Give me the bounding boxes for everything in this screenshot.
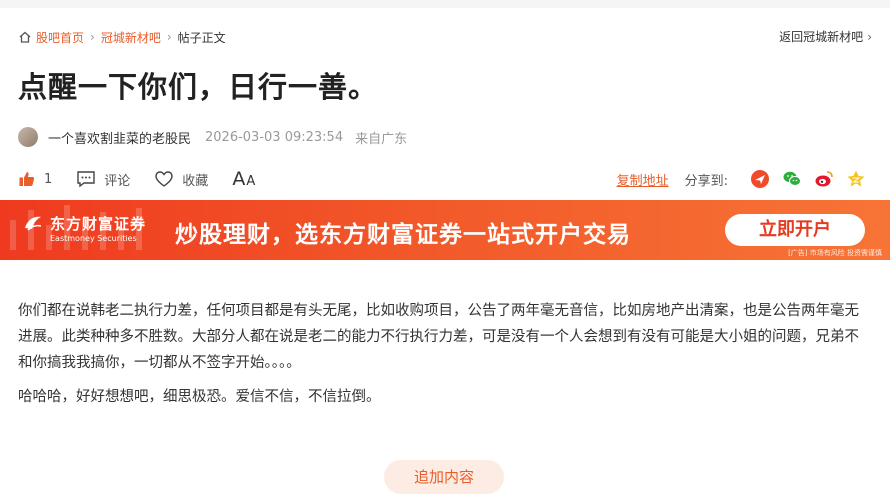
like-button[interactable]: 1: [18, 170, 52, 188]
comment-label: 评论: [104, 173, 131, 189]
weibo-icon[interactable]: [814, 169, 834, 189]
back-to-forum-link[interactable]: 返回冠城新材吧 ›: [779, 28, 872, 45]
share-label: 分享到:: [684, 173, 728, 189]
post-paragraph: 哈哈哈，好好想想吧，细思极恐。爱信不信，不信拉倒。: [18, 389, 381, 405]
chevron-right-icon: ›: [867, 29, 872, 44]
comment-button[interactable]: 评论: [76, 170, 130, 189]
breadcrumb-forum-link[interactable]: 冠城新材吧: [101, 29, 161, 46]
brand-name-en: Eastmoney Securities: [50, 234, 137, 243]
font-size-small-glyph: A: [246, 174, 256, 189]
ad-banner[interactable]: 东方财富证券 Eastmoney Securities 炒股理财，选东方财富证券…: [0, 200, 890, 260]
share-bar: 复制地址 分享到:: [617, 168, 866, 190]
thumb-up-icon: [19, 172, 35, 186]
breadcrumb-current: 帖子正文: [177, 30, 226, 45]
qzone-icon[interactable]: [846, 169, 866, 189]
font-size-large-glyph: A: [232, 168, 246, 190]
favorite-label: 收藏: [182, 173, 209, 189]
risk-notice: [广告] 市场有风险 投资需谨慎: [788, 249, 882, 257]
brand-name-cn: 东方财富证券: [50, 214, 147, 233]
wechat-icon[interactable]: [782, 169, 802, 189]
font-size-button[interactable]: A A: [232, 168, 255, 190]
banner-slogan: 炒股理财，选东方财富证券一站式开户交易: [175, 222, 631, 248]
home-icon: [19, 31, 31, 43]
post-location: 来自广东: [355, 131, 408, 147]
post-body: 你们都在说韩老二执行力差，任何项目都是有头无尾，比如收购项目，公告了两年毫无音信…: [18, 298, 870, 418]
add-content-button[interactable]: 追加内容: [384, 460, 504, 494]
like-count: 1: [44, 171, 53, 187]
eastmoney-logo-icon: [25, 216, 42, 231]
chevron-right-icon: ›: [90, 30, 95, 44]
post-page: 股吧首页 › 冠城新材吧 › 帖子正文 返回冠城新材吧 › 点醒一下你们，日行一…: [0, 8, 890, 498]
toutiao-icon[interactable]: [750, 169, 770, 189]
chevron-right-icon: ›: [166, 30, 172, 44]
post-paragraph: 你们都在说韩老二执行力差，任何项目都是有头无尾，比如收购项目，公告了两年毫无音信…: [18, 303, 859, 371]
back-label: 返回冠城新材吧: [779, 30, 864, 44]
heart-icon: [155, 171, 173, 187]
author-name[interactable]: 一个喜欢割韭菜的老股民: [48, 128, 191, 147]
comment-icon: [77, 171, 95, 188]
post-actions: 1 评论 收藏 A A: [18, 168, 279, 190]
copy-link-button[interactable]: 复制地址: [617, 170, 669, 189]
breadcrumb-home-link[interactable]: 股吧首页: [36, 29, 84, 46]
avatar[interactable]: [18, 127, 38, 147]
post-title: 点醒一下你们，日行一善。: [18, 70, 379, 104]
post-meta: 一个喜欢割韭菜的老股民 2026-03-03 09:23:54 来自广东: [18, 126, 407, 148]
post-time: 2026-03-03 09:23:54: [205, 129, 344, 145]
breadcrumb: 股吧首页 › 冠城新材吧 › 帖子正文: [18, 28, 226, 46]
favorite-button[interactable]: 收藏: [154, 170, 208, 189]
brand-logo: 东方财富证券 Eastmoney Securities: [22, 212, 147, 243]
open-account-button[interactable]: 立即开户: [725, 214, 865, 246]
